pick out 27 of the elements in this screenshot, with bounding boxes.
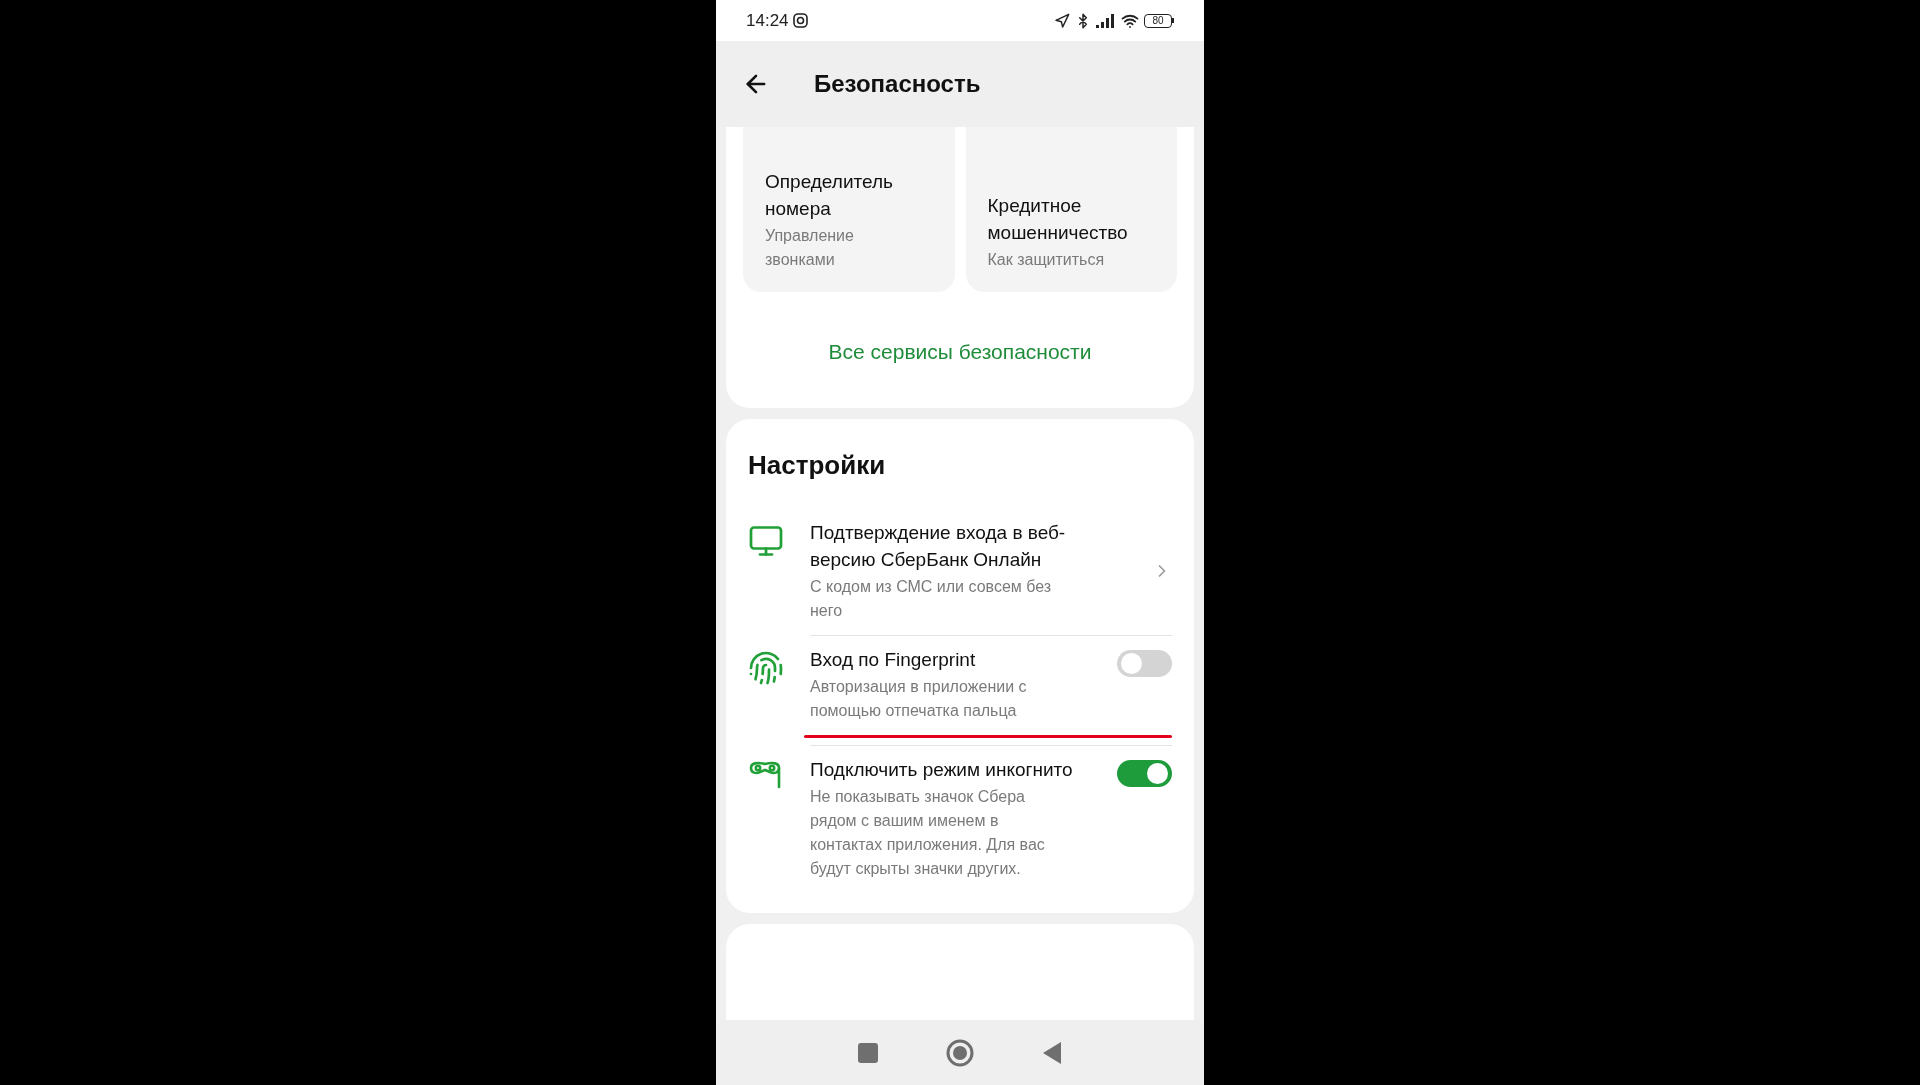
tile-title: Определитель номера <box>765 170 894 221</box>
setting-description: Не показывать значок Сбера рядом с вашим именем в контактах приложения. Для вас будут скрыты значки других. <box>810 786 1046 879</box>
tile-subtitle: Как защититься <box>987 250 1106 270</box>
setting-title: Подключить режим инкогнито <box>810 757 1074 782</box>
fingerprint-icon <box>748 649 784 686</box>
setting-title: Вход по Fingerprint <box>810 647 977 672</box>
camera-app-icon <box>792 13 808 28</box>
service-tile[interactable]: Кредитное мошенничество Как защититься <box>965 127 1177 292</box>
toggle-switch[interactable] <box>1117 759 1172 787</box>
page-title: Безопасность <box>814 69 981 99</box>
status-time: 14:24 <box>746 9 789 32</box>
recents-icon[interactable] <box>858 1042 878 1063</box>
setting-title: Подтверждение входа в веб-версию СберБанк Онлайн <box>810 520 1067 572</box>
home-icon[interactable] <box>946 1038 974 1067</box>
all-services-link[interactable]: Все сервисы безопасности <box>828 336 1092 368</box>
battery-icon: 80 <box>1144 13 1174 28</box>
back-nav-icon[interactable] <box>1042 1040 1062 1065</box>
tile-title: Кредитное мошенничество <box>987 194 1129 245</box>
setting-description: Авторизация в приложении с помощью отпечатка пальца <box>810 676 1028 721</box>
signal-icon <box>1096 13 1116 28</box>
section-title: Настройки <box>748 448 887 481</box>
location-icon <box>1054 12 1070 29</box>
tile-subtitle: Управление звонками <box>765 226 855 270</box>
toggle-switch[interactable] <box>1117 649 1172 677</box>
service-tile[interactable]: Определитель номера Управление звонками <box>743 127 955 292</box>
setting-description: С кодом из СМС или совсем без него <box>810 576 1053 621</box>
mask-icon <box>748 759 782 790</box>
